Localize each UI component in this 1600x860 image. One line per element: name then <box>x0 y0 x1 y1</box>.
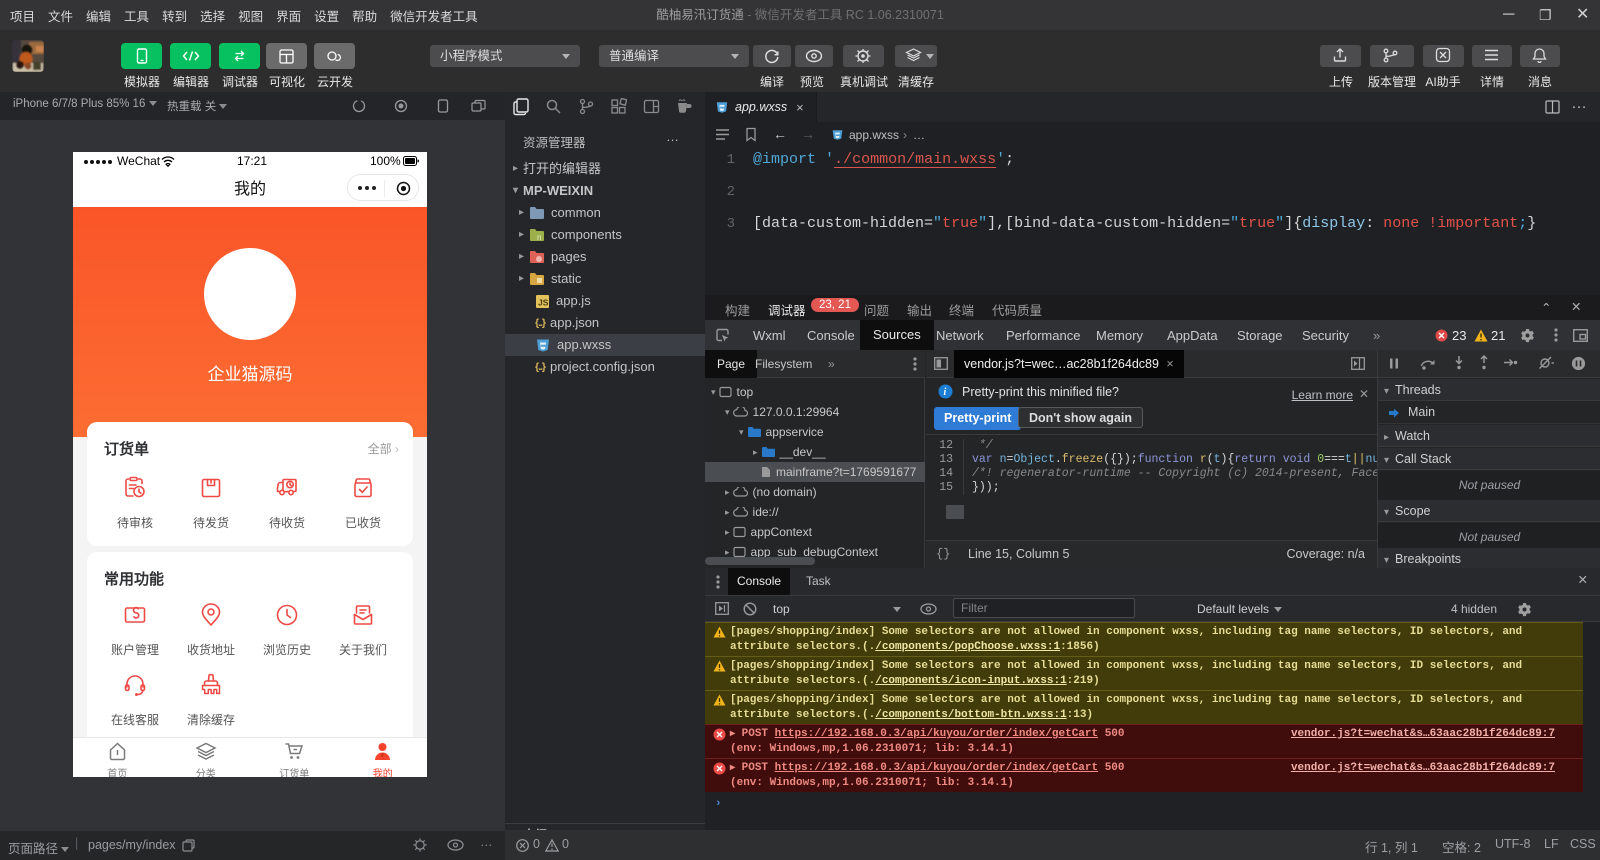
svg-text:JS: JS <box>538 297 549 307</box>
svg-text:i: i <box>944 387 947 398</box>
svg-text:n: n <box>537 233 541 242</box>
